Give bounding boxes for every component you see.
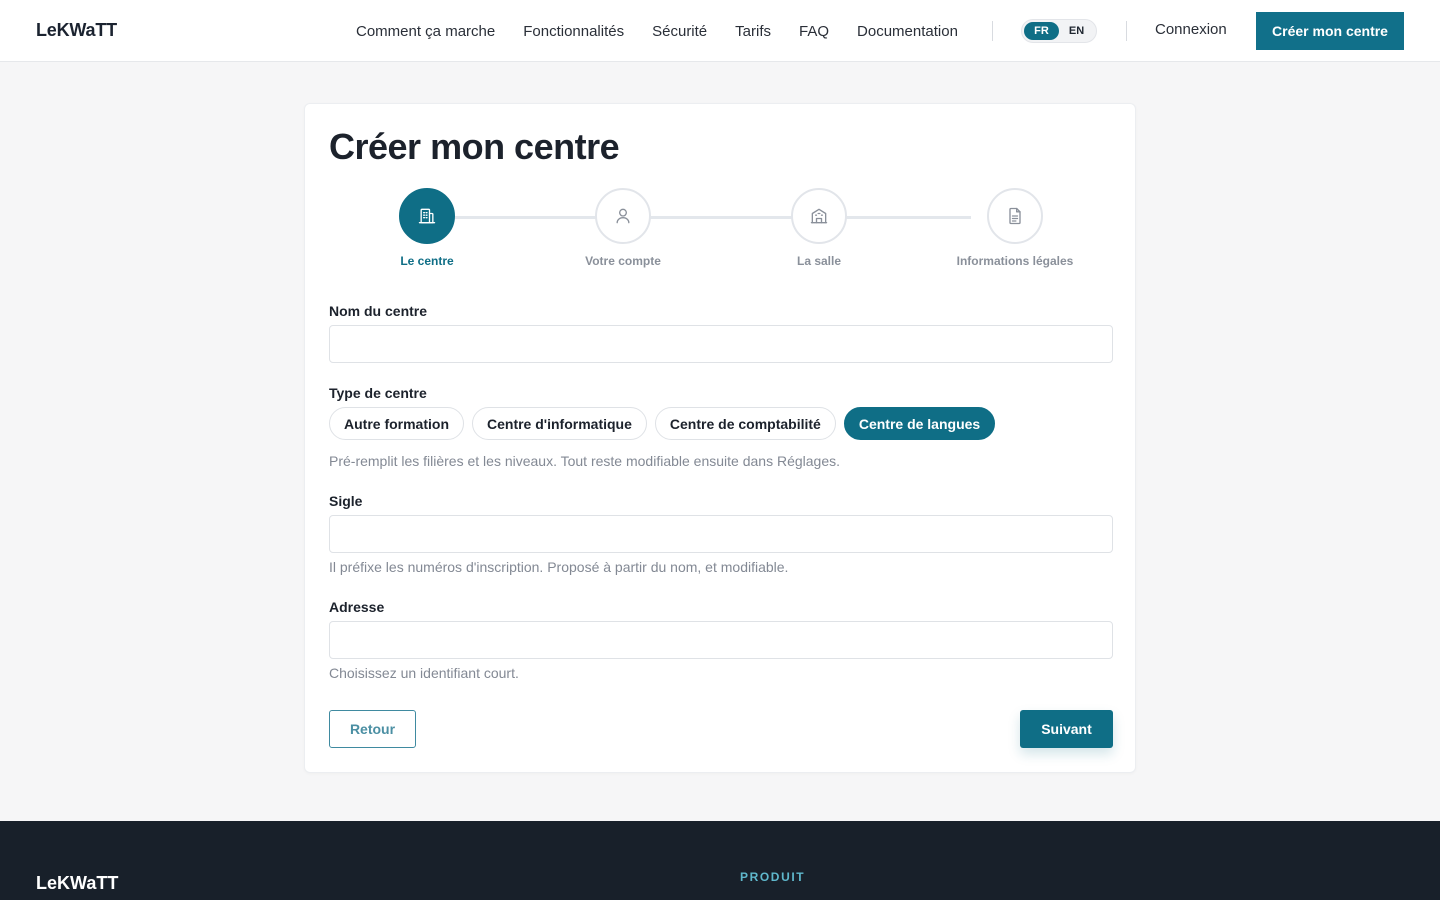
type-option-comptabilite[interactable]: Centre de comptabilité [654, 407, 836, 440]
step-circle[interactable] [399, 188, 455, 244]
step-label: Votre compte [585, 254, 661, 268]
step-la-salle[interactable]: La salle [739, 188, 899, 268]
sigle-label: Sigle [329, 493, 363, 509]
create-center-card: Créer mon centre Le centre Votre compte … [304, 103, 1136, 773]
sigle-input[interactable] [329, 515, 1113, 553]
type-hint: Pré-remplit les filières et les niveaux.… [329, 453, 840, 469]
nav-item-documentation[interactable]: Documentation [857, 23, 958, 40]
step-circle[interactable] [987, 188, 1043, 244]
user-icon [616, 208, 630, 224]
login-link[interactable]: Connexion [1155, 21, 1227, 38]
type-option-langues[interactable]: Centre de langues [843, 407, 996, 440]
adresse-label: Adresse [329, 599, 385, 615]
name-label: Nom du centre [329, 303, 428, 319]
lang-en[interactable]: EN [1059, 22, 1094, 40]
adresse-input[interactable] [329, 621, 1113, 659]
nav-divider [992, 21, 993, 41]
footer: LeKWaTT PRODUIT [0, 821, 1440, 900]
sigle-hint: Il préfixe les numéros d'inscription. Pr… [329, 559, 789, 575]
create-center-button[interactable]: Créer mon centre [1256, 12, 1404, 50]
document-icon [1009, 207, 1021, 225]
step-circle[interactable] [791, 188, 847, 244]
back-button[interactable]: Retour [329, 710, 416, 748]
step-label: La salle [796, 254, 842, 268]
page-title: Créer mon centre [329, 126, 620, 167]
nav-item-comment[interactable]: Comment ça marche [356, 23, 495, 40]
top-header: LeKWaTT Comment ça marche Fonctionnalité… [0, 0, 1440, 62]
type-label: Type de centre [329, 385, 427, 401]
nav-item-securite[interactable]: Sécurité [652, 23, 707, 40]
step-votre-compte[interactable]: Votre compte [543, 188, 703, 268]
school-icon [810, 208, 828, 224]
main-nav: Comment ça marche Fonctionnalités Sécuri… [356, 0, 958, 62]
type-option-informatique[interactable]: Centre d'informatique [472, 407, 647, 440]
type-option-autre-formation[interactable]: Autre formation [329, 407, 464, 440]
step-label: Informations légales [956, 254, 1074, 268]
stepper: Le centre Votre compte La salle Informat… [305, 188, 1137, 278]
nav-item-fonctionnalites[interactable]: Fonctionnalités [523, 23, 624, 40]
footer-section-heading: PRODUIT [740, 870, 806, 884]
next-button[interactable]: Suivant [1020, 710, 1113, 748]
step-label: Le centre [400, 254, 454, 268]
nav-item-tarifs[interactable]: Tarifs [735, 23, 771, 40]
name-input[interactable] [329, 325, 1113, 363]
type-options: Autre formation Centre d'informatique Ce… [329, 407, 996, 440]
lang-fr[interactable]: FR [1024, 22, 1059, 40]
adresse-hint: Choisissez un identifiant court. [329, 665, 519, 681]
building-icon [418, 208, 436, 224]
step-circle[interactable] [595, 188, 651, 244]
nav-item-faq[interactable]: FAQ [799, 23, 829, 40]
nav-divider [1126, 21, 1127, 41]
language-toggle: FR EN [1021, 19, 1097, 43]
step-le-centre[interactable]: Le centre [347, 188, 507, 268]
step-informations-legales[interactable]: Informations légales [935, 188, 1095, 268]
logo[interactable]: LeKWaTT [36, 20, 117, 41]
footer-logo[interactable]: LeKWaTT [36, 873, 118, 894]
